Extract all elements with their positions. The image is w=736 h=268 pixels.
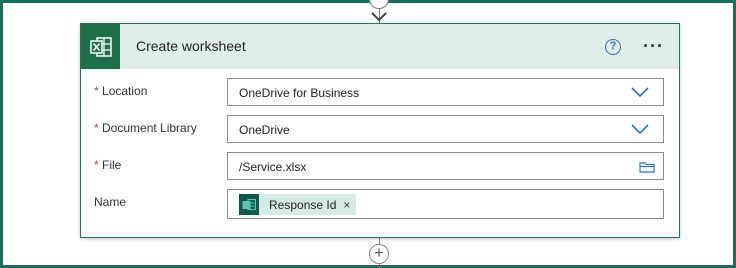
- excel-icon: [81, 24, 120, 69]
- action-card: Create worksheet ? ··· * Location OneDri…: [80, 23, 680, 238]
- required-marker: *: [94, 121, 103, 135]
- location-dropdown[interactable]: OneDrive for Business: [227, 78, 664, 106]
- file-value: /Service.xlsx: [239, 160, 307, 174]
- chevron-down-icon[interactable]: [631, 86, 649, 98]
- add-step-button[interactable]: +: [369, 244, 389, 264]
- document-library-label: * Document Library: [94, 121, 197, 135]
- document-library-value: OneDrive: [239, 123, 290, 137]
- token-label: Response Id: [269, 197, 337, 212]
- card-title: Create worksheet: [136, 38, 246, 54]
- more-options-icon[interactable]: ···: [643, 36, 669, 56]
- name-label: Name: [94, 195, 127, 209]
- help-icon[interactable]: ?: [605, 39, 621, 55]
- forms-icon: [239, 194, 259, 215]
- location-value: OneDrive for Business: [239, 86, 360, 100]
- name-input[interactable]: Response Id ×: [227, 189, 664, 219]
- document-library-dropdown[interactable]: OneDrive: [227, 115, 664, 143]
- arrow-down-icon: [371, 12, 387, 22]
- chevron-down-icon[interactable]: [631, 123, 649, 135]
- file-label: * File: [94, 158, 122, 172]
- folder-icon[interactable]: [639, 161, 655, 173]
- location-label: * Location: [94, 84, 148, 98]
- file-input[interactable]: /Service.xlsx: [227, 152, 664, 180]
- required-marker: *: [94, 158, 103, 172]
- card-header[interactable]: Create worksheet ? ···: [81, 24, 679, 69]
- required-marker: *: [94, 84, 103, 98]
- remove-token-icon[interactable]: ×: [343, 198, 350, 212]
- response-id-token[interactable]: Response Id ×: [239, 194, 357, 215]
